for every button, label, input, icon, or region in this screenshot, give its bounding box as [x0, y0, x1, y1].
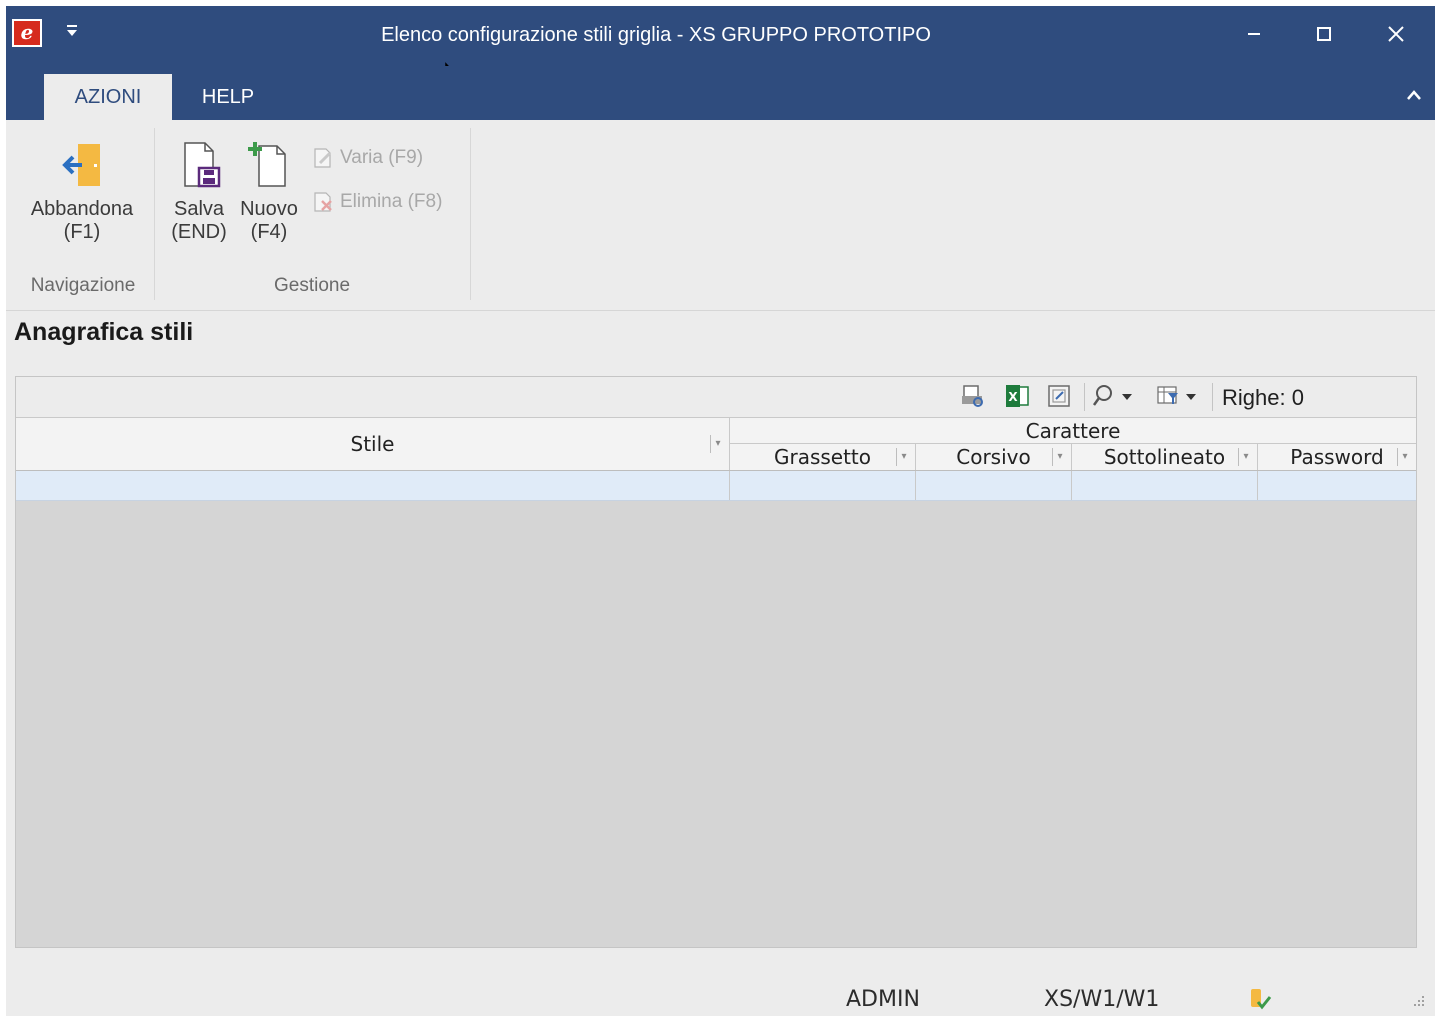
group-separator [154, 128, 155, 300]
maximize-button[interactable] [1304, 14, 1344, 54]
exit-door-icon [62, 144, 100, 186]
column-header-grassetto[interactable]: Grassetto ▾ [730, 444, 916, 470]
status-path: XS/W1/W1 [1044, 987, 1160, 1012]
ribbon-tab-strip: AZIONI HELP [6, 66, 1435, 120]
group-separator [470, 128, 471, 300]
window-title: Elenco configurazione stili griglia - XS… [381, 24, 931, 46]
column-header-grassetto-label: Grassetto [773, 445, 872, 469]
minimize-button[interactable] [1234, 14, 1274, 54]
close-button[interactable] [1376, 14, 1416, 54]
elimina-label: Elimina (F8) [340, 191, 443, 212]
cell-stile[interactable] [16, 471, 730, 500]
collapse-ribbon-icon[interactable] [1402, 84, 1426, 108]
salva-button[interactable]: Salva (END) [164, 130, 234, 250]
maximize-icon [1317, 27, 1331, 41]
close-icon [1388, 26, 1404, 42]
status-bar: ADMIN XS/W1/W1 [6, 964, 1435, 1016]
elimina-button[interactable]: Elimina (F8) [312, 188, 442, 216]
minimize-icon [1248, 33, 1260, 35]
edit-document-icon [314, 148, 332, 168]
abbandona-button[interactable]: Abbandona (F1) [20, 130, 144, 250]
nuovo-button[interactable]: Nuovo (F4) [234, 130, 304, 250]
page-title: Anagrafica stili [14, 318, 194, 346]
svg-text:X: X [1008, 390, 1018, 404]
title-bar: e Elenco configurazione stili griglia - … [6, 6, 1435, 91]
column-group-carattere-label: Carattere [1025, 419, 1121, 443]
search-dropdown-icon[interactable] [1092, 383, 1140, 409]
varia-button[interactable]: Varia (F9) [312, 144, 423, 172]
cell-password[interactable] [1258, 471, 1416, 500]
tab-help[interactable]: HELP [186, 74, 270, 120]
column-header-stile-label: Stile [350, 432, 395, 456]
column-header-sottolineato-label: Sottolineato [1103, 445, 1226, 469]
column-header-sottolineato[interactable]: Sottolineato ▾ [1072, 444, 1258, 470]
group-label-gestione: Gestione [273, 275, 351, 296]
resize-grip-icon[interactable] [1410, 992, 1426, 1008]
salva-label: Salva (END) [171, 198, 227, 243]
column-chooser-dropdown-icon[interactable] [1156, 383, 1204, 409]
delete-document-icon [314, 192, 332, 212]
rows-count: Righe: 0 [1222, 385, 1304, 410]
print-preview-icon[interactable] [960, 383, 986, 409]
app-logo[interactable]: e [12, 19, 42, 47]
save-document-icon [184, 142, 221, 188]
grid-toolbar: X Righe: 0 [16, 377, 1416, 418]
group-label-navigazione: Navigazione [30, 275, 136, 296]
abbandona-label: Abbandona (F1) [30, 198, 134, 243]
cell-grassetto[interactable] [730, 471, 916, 500]
new-row[interactable] [16, 471, 1416, 501]
toolbar-separator [1084, 383, 1085, 411]
toolbar-separator [1212, 383, 1213, 411]
nuovo-label: Nuovo (F4) [240, 198, 298, 243]
filter-dropdown-icon[interactable]: ▾ [896, 448, 911, 466]
grid-header: Stile ▾ Carattere Grassetto ▾ Corsivo ▾ … [16, 418, 1416, 471]
new-document-icon [248, 142, 286, 187]
app-window: e Elenco configurazione stili griglia - … [6, 6, 1435, 1016]
status-user: ADMIN [846, 987, 920, 1012]
filter-dropdown-icon[interactable]: ▾ [710, 435, 725, 453]
filter-dropdown-icon[interactable]: ▾ [1052, 448, 1067, 466]
column-header-password-label: Password [1290, 445, 1384, 469]
quick-access-menu-icon[interactable] [64, 20, 80, 42]
column-header-corsivo[interactable]: Corsivo ▾ [916, 444, 1072, 470]
column-header-corsivo-label: Corsivo [956, 445, 1031, 469]
filter-dropdown-icon[interactable]: ▾ [1397, 448, 1412, 466]
cell-corsivo[interactable] [916, 471, 1072, 500]
database-connection-icon [1251, 989, 1272, 1010]
excel-export-icon[interactable]: X [1004, 383, 1030, 409]
styles-grid: X Righe: 0 Stile ▾ Carattere Grassetto ▾… [15, 376, 1417, 948]
ribbon-panel: Abbandona (F1) Navigazione Salva (END) N… [6, 120, 1435, 311]
column-header-password[interactable]: Password ▾ [1258, 444, 1416, 470]
column-header-stile[interactable]: Stile ▾ [16, 418, 730, 470]
column-group-carattere: Carattere [730, 418, 1416, 444]
varia-label: Varia (F9) [340, 147, 424, 168]
cell-sottolineato[interactable] [1072, 471, 1258, 500]
filter-dropdown-icon[interactable]: ▾ [1238, 448, 1253, 466]
export-icon[interactable] [1046, 383, 1072, 409]
tab-azioni[interactable]: AZIONI [44, 74, 172, 120]
